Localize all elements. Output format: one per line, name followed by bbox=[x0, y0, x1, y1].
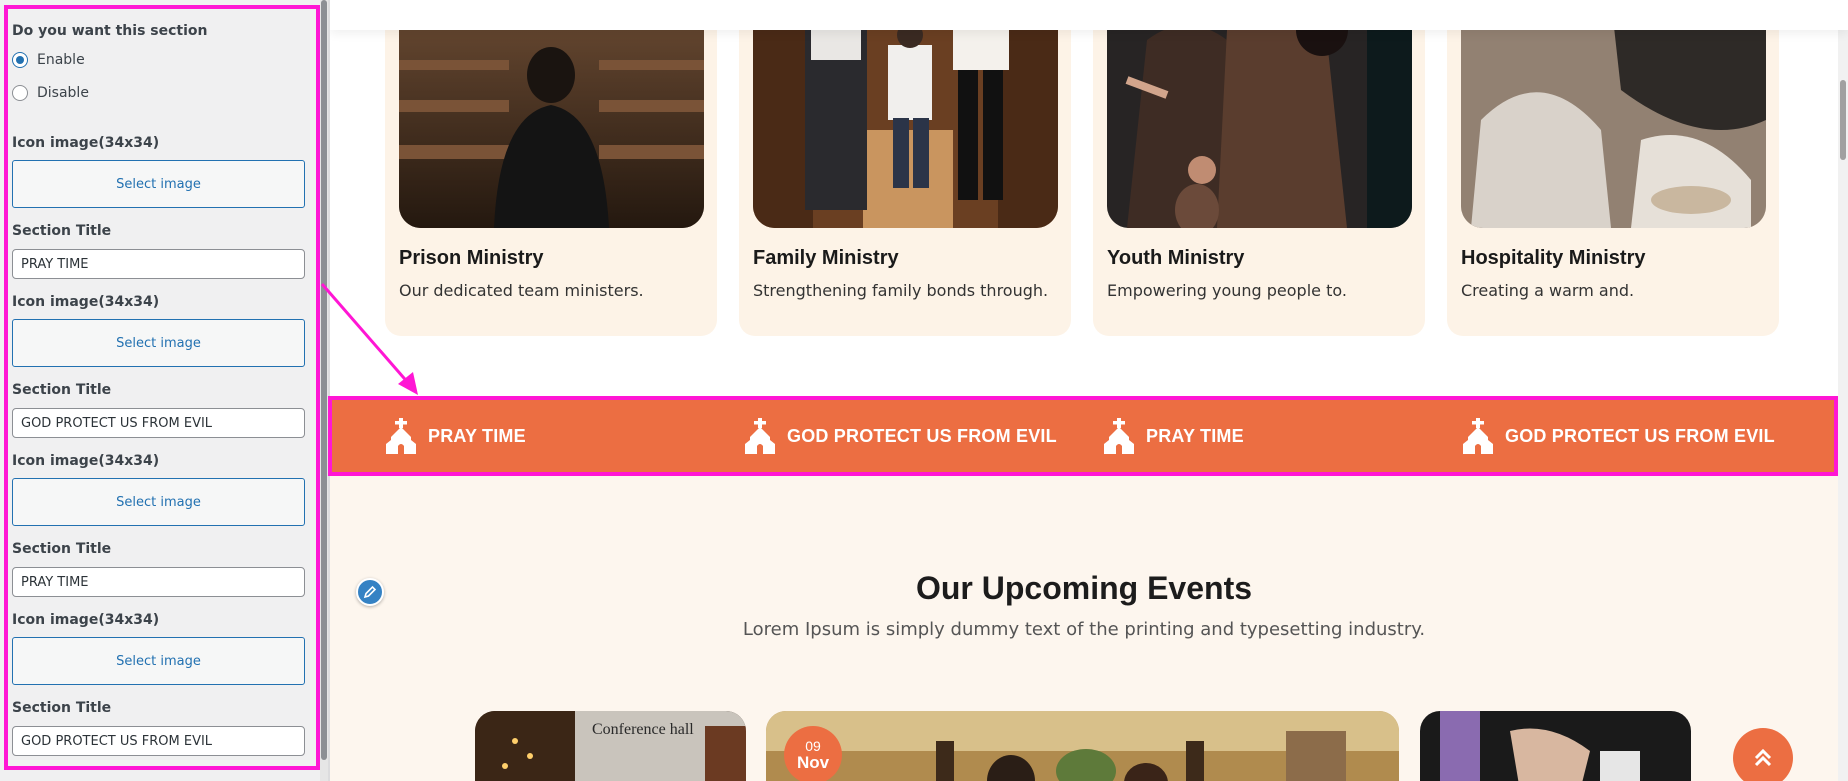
ministry-title: Prison Ministry bbox=[399, 247, 544, 269]
section-title-input[interactable]: PRAY TIME bbox=[12, 567, 305, 597]
section-toggle-label: Do you want this section bbox=[12, 23, 208, 39]
church-icon bbox=[1104, 418, 1134, 454]
header-bar bbox=[330, 0, 1848, 30]
church-icon bbox=[745, 418, 775, 454]
ministry-photo bbox=[753, 0, 1058, 228]
section-title-label: Section Title bbox=[12, 700, 112, 716]
select-image-button[interactable]: Select image bbox=[12, 637, 305, 685]
scroll-to-top-button[interactable] bbox=[1733, 728, 1793, 781]
ministry-card[interactable]: Youth Ministry Empowering young people t… bbox=[1093, 0, 1425, 336]
event-date-badge: 09 Nov bbox=[784, 726, 842, 781]
ministry-card[interactable]: Prison Ministry Our dedicated team minis… bbox=[385, 0, 717, 336]
enable-label: Enable bbox=[37, 52, 85, 68]
conference-hall-sign: Conference hall bbox=[592, 721, 694, 738]
customizer-panel: Do you want this section Enable Disable … bbox=[0, 0, 318, 781]
event-card[interactable]: Conference hall bbox=[475, 711, 746, 781]
ministry-desc: Our dedicated team ministers. bbox=[399, 281, 644, 300]
band-item: PRAY TIME bbox=[1104, 398, 1244, 474]
select-image-button[interactable]: Select image bbox=[12, 160, 305, 208]
select-image-button[interactable]: Select image bbox=[12, 319, 305, 367]
ministry-photo bbox=[1107, 0, 1412, 228]
band-item: PRAY TIME bbox=[386, 398, 526, 474]
band-item: GOD PROTECT US FROM EVIL bbox=[1463, 398, 1775, 474]
icon-image-label: Icon image(34x34) bbox=[12, 453, 160, 469]
event-card[interactable] bbox=[766, 711, 1399, 781]
icon-image-label: Icon image(34x34) bbox=[12, 294, 160, 310]
ministry-desc: Strengthening family bonds through. bbox=[753, 281, 1049, 300]
section-title-label: Section Title bbox=[12, 223, 112, 239]
ministry-card[interactable]: Hospitality Ministry Creating a warm and… bbox=[1447, 0, 1779, 336]
ministry-desc: Creating a warm and. bbox=[1461, 281, 1635, 300]
enable-radio[interactable] bbox=[12, 52, 28, 68]
annotation-arrow bbox=[320, 283, 418, 395]
band-text: GOD PROTECT US FROM EVIL bbox=[787, 425, 1057, 446]
ministry-title: Family Ministry bbox=[753, 247, 899, 269]
section-title-input[interactable]: GOD PROTECT US FROM EVIL bbox=[12, 726, 305, 756]
events-title: Our Upcoming Events bbox=[915, 570, 1253, 606]
church-icon bbox=[1463, 418, 1493, 454]
event-date-day: 09 bbox=[805, 737, 821, 754]
section-title-input[interactable]: PRAY TIME bbox=[12, 249, 305, 279]
ministry-photo bbox=[1461, 0, 1766, 228]
section-title-label: Section Title bbox=[12, 382, 112, 398]
event-card[interactable] bbox=[1420, 711, 1691, 781]
disable-radio[interactable] bbox=[12, 85, 28, 101]
events-section: Our Upcoming Events Lorem Ipsum is simpl… bbox=[330, 474, 1838, 781]
icon-image-label: Icon image(34x34) bbox=[12, 612, 160, 628]
page-scroll-thumb[interactable] bbox=[1840, 80, 1846, 160]
ministry-title: Youth Ministry bbox=[1107, 247, 1245, 269]
band-text: GOD PROTECT US FROM EVIL bbox=[1505, 425, 1775, 446]
icon-image-label: Icon image(34x34) bbox=[12, 135, 160, 151]
disable-label: Disable bbox=[37, 85, 89, 101]
select-image-button[interactable]: Select image bbox=[12, 478, 305, 526]
ministry-desc: Empowering young people to. bbox=[1107, 281, 1347, 300]
enable-radio-row[interactable]: Enable bbox=[12, 49, 85, 71]
ministry-photo bbox=[399, 0, 704, 228]
event-date-month: Nov bbox=[796, 752, 830, 772]
customizer-sidebar: Do you want this section Enable Disable … bbox=[0, 0, 330, 781]
church-icon bbox=[386, 418, 416, 454]
section-title-label: Section Title bbox=[12, 541, 112, 557]
pray-time-band: PRAY TIME GOD PROTECT US FROM EVIL PRAY … bbox=[330, 398, 1838, 474]
band-text: PRAY TIME bbox=[1146, 425, 1244, 446]
ministry-card[interactable]: Family Ministry Strengthening family bon… bbox=[739, 0, 1071, 336]
ministry-title: Hospitality Ministry bbox=[1461, 247, 1646, 269]
events-subtitle: Lorem Ipsum is simply dummy text of the … bbox=[742, 619, 1426, 640]
band-item: GOD PROTECT US FROM EVIL bbox=[745, 398, 1057, 474]
site-preview: Prison Ministry Our dedicated team minis… bbox=[330, 0, 1848, 781]
double-chevron-up-icon bbox=[1754, 748, 1772, 767]
disable-radio-row[interactable]: Disable bbox=[12, 82, 89, 104]
section-title-input[interactable]: GOD PROTECT US FROM EVIL bbox=[12, 408, 305, 438]
band-text: PRAY TIME bbox=[428, 425, 526, 446]
